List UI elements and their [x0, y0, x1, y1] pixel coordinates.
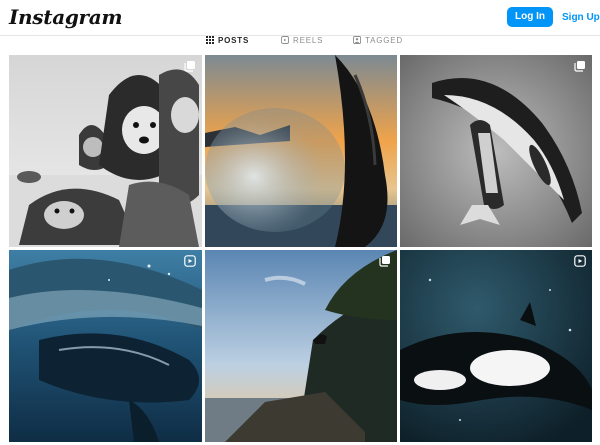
reel-icon: [184, 255, 196, 267]
posts-grid: [0, 0, 600, 445]
reel-icon: [574, 255, 586, 267]
post-tile-huskies[interactable]: [9, 55, 202, 247]
post-tile-orca-underwater[interactable]: [400, 250, 592, 442]
post-image: [400, 55, 592, 247]
post-tile-wolf-coast[interactable]: [205, 250, 397, 442]
post-image: [205, 250, 397, 442]
post-tile-humpback-mono[interactable]: [400, 55, 592, 247]
carousel-icon: [379, 255, 391, 267]
post-image: [205, 55, 397, 247]
post-tile-orca-fin-splash[interactable]: [205, 55, 397, 247]
carousel-icon: [184, 60, 196, 72]
post-image: [400, 250, 592, 442]
post-tile-humpback-underwater[interactable]: [9, 250, 202, 442]
post-image: [9, 250, 202, 442]
carousel-icon: [574, 60, 586, 72]
post-image: [9, 55, 202, 247]
